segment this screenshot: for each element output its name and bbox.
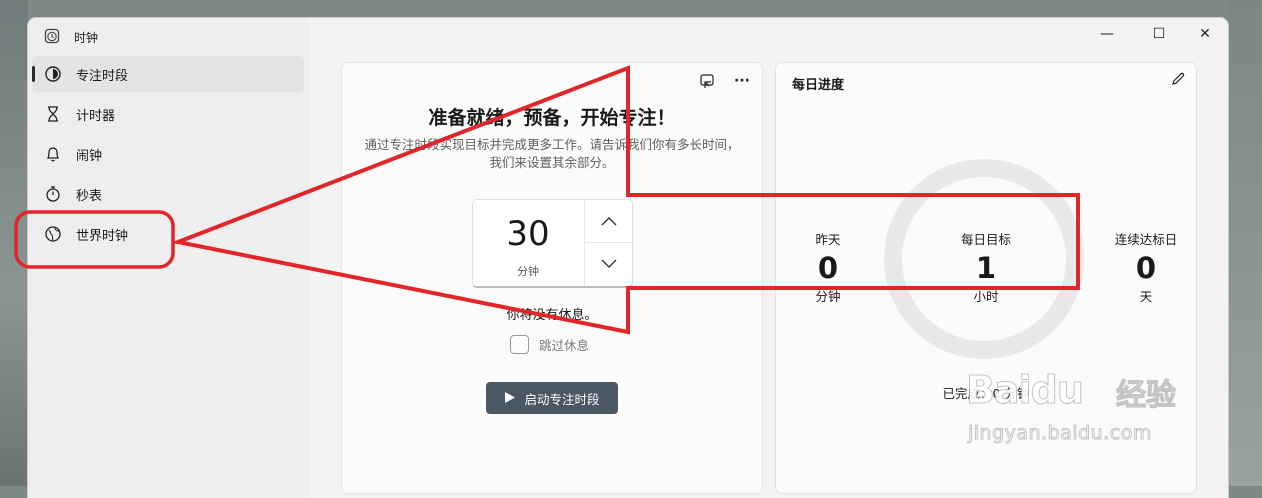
play-icon (504, 389, 516, 408)
streak-unit: 天 (1139, 289, 1153, 304)
break-info: 你将没有休息。 (506, 308, 598, 323)
sidebar-item-label: 闹钟 (76, 148, 103, 164)
sidebar-item-label: 计时器 (76, 108, 116, 124)
sidebar-nav: 专注时段 计时器 闹钟 秒表 世界时钟 (32, 56, 304, 256)
desktop-background-left (0, 0, 28, 486)
edit-goal-button[interactable] (1166, 69, 1190, 93)
compact-overlay-icon (699, 73, 715, 93)
focus-session-card: ··· 准备就绪，预备，开始专注！ 通过专注时段实现目标并完成更多工作。请告诉我… (341, 62, 763, 494)
daily-goal-unit: 小时 (973, 289, 999, 304)
focus-icon (44, 65, 62, 83)
minimize-icon: — (1100, 26, 1114, 42)
sidebar-item-label: 秒表 (76, 188, 103, 204)
duration-stepper[interactable]: 30 分钟 (472, 199, 633, 288)
focus-heading: 准备就绪，预备，开始专注！ (428, 107, 676, 129)
sidebar-item-world-clock[interactable]: 世界时钟 (32, 216, 304, 252)
daily-goal-label: 每日目标 (960, 232, 1011, 247)
close-icon: ✕ (1199, 26, 1211, 42)
daily-goal-stat[interactable]: 每日目标 1 小时 (936, 229, 1036, 305)
progress-title: 每日进度 (792, 78, 845, 93)
sidebar-item-label: 世界时钟 (76, 228, 129, 244)
mini-view-button[interactable] (695, 71, 719, 95)
duration-value[interactable]: 30 (473, 214, 583, 254)
sidebar-item-alarm[interactable]: 闹钟 (32, 136, 304, 172)
start-focus-label: 启动专注时段 (524, 391, 600, 407)
hourglass-icon (44, 105, 62, 123)
desktop-background-right (1228, 0, 1262, 486)
pencil-icon (1170, 71, 1186, 91)
sidebar: 时钟 专注时段 计时器 闹钟 秒表 世界时钟 (28, 18, 309, 498)
stopwatch-icon (44, 185, 62, 203)
yesterday-label: 昨天 (815, 232, 841, 247)
daily-progress-card: 每日进度 昨天 0 分钟 每日目标 1 小时 连续达标日 0 天 已完成：0 分… (775, 62, 1197, 494)
increase-button[interactable] (585, 200, 633, 243)
clock-app-window: 时钟 专注时段 计时器 闹钟 秒表 世界时钟 — ☐ ✕ ··· 准备就绪，预备… (28, 18, 1228, 498)
duration-unit: 分钟 (517, 265, 539, 278)
minimize-button[interactable]: — (1084, 18, 1130, 50)
yesterday-stat: 昨天 0 分钟 (778, 229, 878, 305)
yesterday-value: 0 (817, 251, 839, 285)
streak-value: 0 (1135, 251, 1157, 285)
streak-label: 连续达标日 (1114, 232, 1178, 247)
stepper-buttons (584, 200, 633, 286)
skip-break-label: 跳过休息 (539, 338, 590, 353)
more-icon: ··· (734, 73, 750, 89)
main-content: — ☐ ✕ ··· 准备就绪，预备，开始专注！ 通过专注时段实现目标并完成更多工… (309, 18, 1228, 498)
more-options-button[interactable]: ··· (730, 69, 754, 93)
skip-break-checkbox[interactable] (510, 335, 529, 354)
close-button[interactable]: ✕ (1182, 18, 1228, 50)
clock-app-icon (44, 28, 60, 44)
sidebar-item-label: 专注时段 (76, 68, 129, 84)
bell-icon (44, 145, 62, 163)
focus-description: 通过专注时段实现目标并完成更多工作。请告诉我们你有多长时间，我们来设置其余部分。 (364, 137, 740, 170)
decrease-button[interactable] (585, 243, 633, 285)
skip-break-option[interactable]: 跳过休息 (510, 335, 589, 354)
title-bar: 时钟 (28, 18, 309, 54)
start-focus-button[interactable]: 启动专注时段 (486, 382, 618, 414)
chevron-down-icon (600, 255, 618, 274)
maximize-icon: ☐ (1152, 26, 1166, 42)
daily-goal-value: 1 (975, 251, 997, 285)
sidebar-item-focus[interactable]: 专注时段 (32, 56, 304, 92)
globe-icon (44, 225, 62, 243)
completed-text: 已完成：0 分钟 (942, 386, 1030, 401)
sidebar-item-stopwatch[interactable]: 秒表 (32, 176, 304, 212)
maximize-button[interactable]: ☐ (1136, 18, 1182, 50)
chevron-up-icon (600, 212, 618, 231)
yesterday-unit: 分钟 (815, 289, 841, 304)
app-title: 时钟 (74, 31, 99, 45)
sidebar-item-timer[interactable]: 计时器 (32, 96, 304, 132)
streak-stat: 连续达标日 0 天 (1096, 229, 1196, 305)
